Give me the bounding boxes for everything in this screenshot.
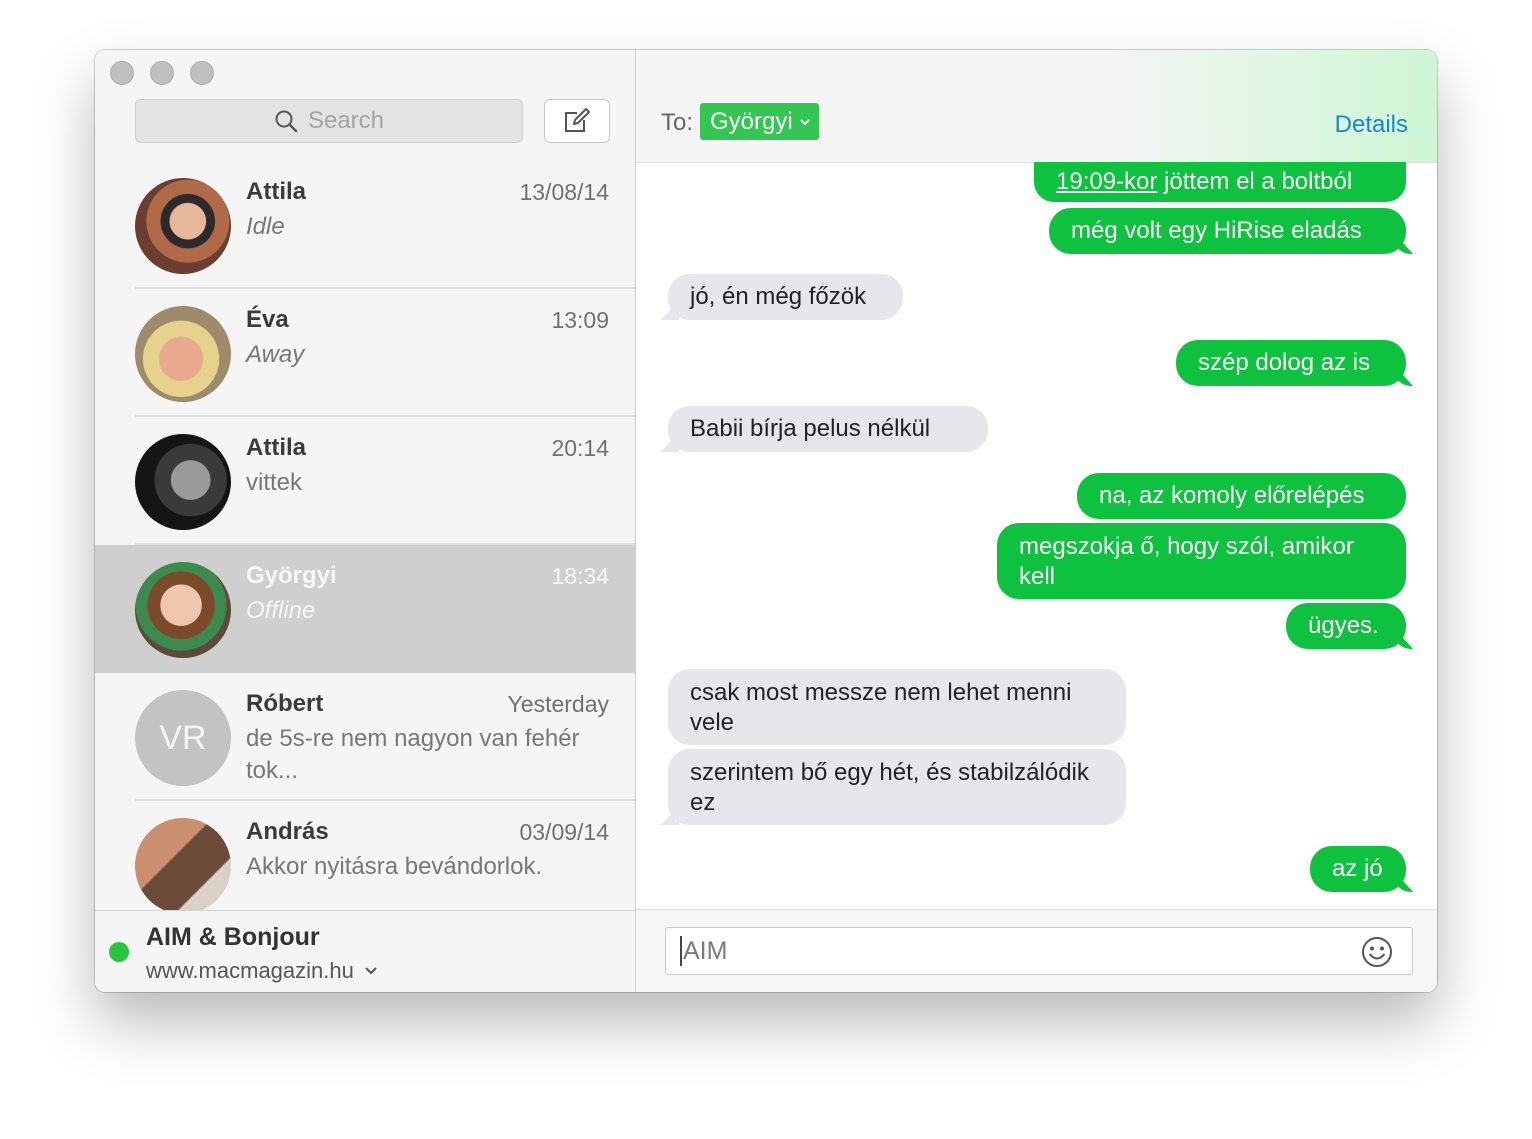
message-text: Babii bírja pelus nélkül [690, 415, 931, 442]
conversation-preview: Akkor nyitásra bevándorlok. [246, 853, 543, 880]
contact-name: Attila [246, 434, 306, 461]
message-bubble-outgoing: az jó [1310, 846, 1406, 892]
conversation-item[interactable]: VR Róbert Yesterday de 5s-re nem nagyon … [95, 673, 635, 801]
message-input[interactable]: AIM [665, 927, 1413, 975]
conversation-item[interactable]: András 03/09/14 Akkor nyitásra bevándorl… [95, 801, 635, 911]
compose-button[interactable] [544, 99, 610, 143]
avatar [135, 434, 231, 530]
conversation-preview: vittek [246, 469, 303, 496]
message-bubble-outgoing: megszokja ő, hogy szól, amikor kell [997, 523, 1406, 599]
contact-name: Attila [246, 178, 306, 205]
avatar [135, 306, 231, 402]
time-link[interactable]: 19:09-kor [1056, 168, 1157, 195]
conversation-preview: de 5s-re nem nagyon van fehér tok... [246, 725, 580, 784]
chevron-down-icon [365, 967, 377, 975]
chat-header: To: Györgyi Details [636, 50, 1437, 163]
message-text: ügyes. [1308, 612, 1379, 639]
message-bubble-outgoing: még volt egy HiRise eladás [1049, 208, 1406, 254]
message-bubble-outgoing: na, az komoly előrelépés [1077, 473, 1406, 519]
conversation-time: 20:14 [551, 435, 609, 461]
conversation-item[interactable]: Attila 13/08/14 Idle [95, 161, 635, 289]
message-text: még volt egy HiRise eladás [1071, 217, 1362, 244]
online-status-icon [109, 942, 129, 962]
message-text: jó, én még főzök [690, 283, 867, 310]
search-field[interactable]: Search [135, 99, 523, 143]
conversation-preview: Offline [246, 597, 316, 624]
conversation-preview: Away [246, 341, 305, 368]
message-text: megszokja ő, hogy szól, amikor kell [1019, 533, 1354, 590]
message-bubble-incoming: jó, én még főzök [668, 274, 903, 320]
emoji-icon[interactable] [1361, 936, 1393, 968]
search-placeholder: Search [307, 107, 385, 134]
recipient-name: Györgyi [710, 107, 793, 135]
recipient-chip[interactable]: Györgyi [700, 103, 819, 140]
compose-bar: AIM [636, 909, 1437, 992]
conversation-preview: Idle [246, 213, 285, 240]
message-text: szerintem bő egy hét, és stabilzálódik e… [690, 759, 1089, 816]
message-text: szép dolog az is [1198, 349, 1371, 376]
conversation-time: Yesterday [507, 691, 609, 717]
contact-name: Györgyi [246, 562, 337, 589]
contact-name: András [246, 818, 329, 845]
window-controls [110, 61, 214, 85]
message-bubble-incoming: csak most messze nem lehet menni vele [668, 669, 1126, 745]
account-email: www.macmagazin.hu [146, 958, 354, 983]
to-label: To: [661, 109, 694, 136]
chat-pane: To: Györgyi Details 19:09-kor jöttem el … [636, 50, 1437, 992]
zoom-window-button[interactable] [190, 61, 214, 85]
conversation-item[interactable]: Attila 20:14 vittek [95, 417, 635, 545]
conversation-time: 18:34 [551, 563, 609, 589]
contact-name: Éva [246, 306, 289, 333]
message-bubble-outgoing: szép dolog az is [1176, 340, 1406, 386]
contact-name: Róbert [246, 690, 324, 717]
text-cursor [680, 936, 682, 966]
message-bubble-outgoing: ügyes. [1286, 603, 1406, 649]
conversation-list: Attila 13/08/14 Idle Éva 13:09 Away Atti… [95, 161, 635, 911]
conversation-item[interactable]: Éva 13:09 Away [95, 289, 635, 417]
message-text: na, az komoly előrelépés [1099, 482, 1365, 509]
message-bubble-outgoing: 19:09-kor jöttem el a boltból [1034, 162, 1406, 202]
conversation-item-selected[interactable]: Györgyi 18:34 Offline [95, 545, 635, 673]
details-button[interactable]: Details [1335, 111, 1408, 139]
search-icon [275, 110, 298, 133]
message-text: csak most messze nem lehet menni vele [690, 679, 1072, 736]
message-text: jöttem el a boltból [1157, 168, 1353, 195]
message-input-placeholder: AIM [683, 936, 728, 965]
conversation-time: 03/09/14 [519, 819, 609, 845]
sidebar: Search Attila 13/08/14 Idle Éva 13:09 Aw… [95, 50, 636, 992]
messages-window: Search Attila 13/08/14 Idle Éva 13:09 Aw… [95, 50, 1437, 992]
message-bubble-incoming: szerintem bő egy hét, és stabilzálódik e… [668, 749, 1126, 825]
avatar [135, 178, 231, 274]
conversation-time: 13:09 [551, 307, 609, 333]
avatar [135, 562, 231, 658]
close-window-button[interactable] [110, 61, 134, 85]
conversation-time: 13/08/14 [519, 179, 609, 205]
account-status-bar[interactable]: AIM & Bonjour www.macmagazin.hu [95, 910, 635, 992]
avatar [135, 818, 231, 911]
account-name: AIM & Bonjour [146, 923, 320, 951]
account-subtitle[interactable]: www.macmagazin.hu [146, 958, 378, 984]
message-bubble-incoming: Babii bírja pelus nélkül [668, 406, 988, 452]
message-text: az jó [1332, 855, 1383, 882]
compose-icon [565, 108, 590, 132]
avatar-initials: VR [135, 690, 231, 786]
chevron-down-icon [799, 118, 810, 125]
minimize-window-button[interactable] [150, 61, 174, 85]
